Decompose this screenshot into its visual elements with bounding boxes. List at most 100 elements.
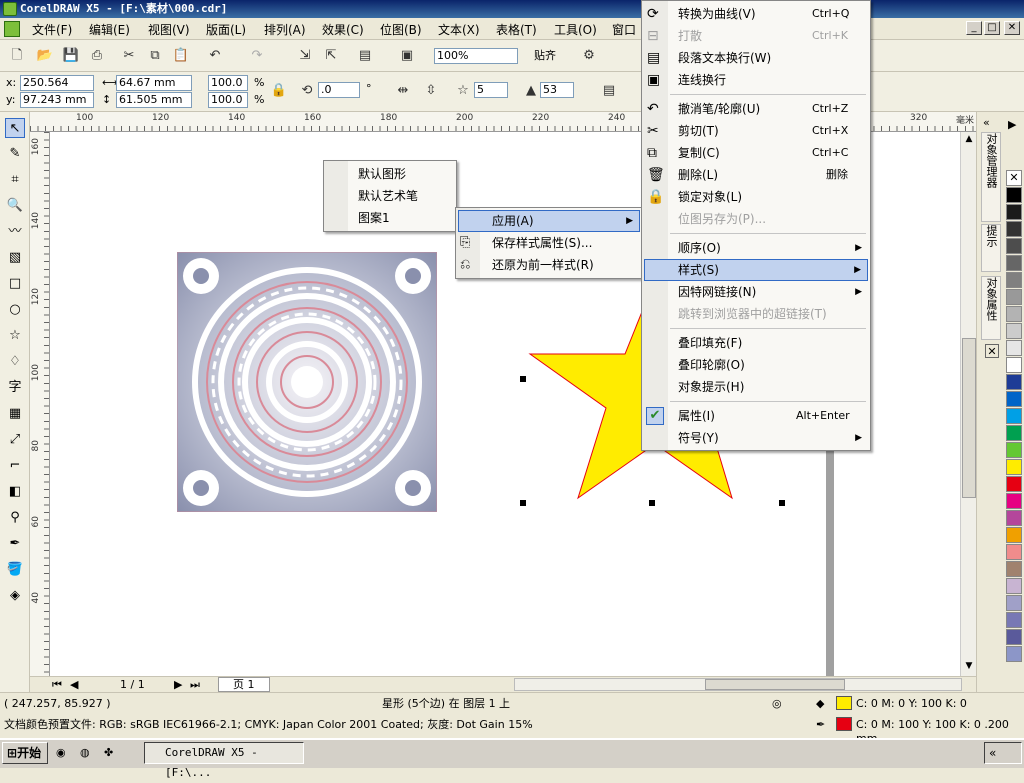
menu-item-object-hints[interactable]: 对象提示(H) (644, 376, 868, 398)
undo-icon[interactable]: ↶ (206, 47, 224, 65)
menu-item-line-wrap[interactable]: ▣ 连线换行 (644, 69, 868, 91)
fill-tool-icon[interactable]: 🪣 (5, 560, 25, 580)
menu-item-pattern1[interactable]: 图案1 (350, 207, 454, 229)
menu-item-overprint-outline[interactable]: 叠印轮廓(O) (644, 354, 868, 376)
menu-item-convert-to-curves[interactable]: ⟳ 转换为曲线(V) Ctrl+Q (644, 3, 868, 25)
menu-item-copy[interactable]: ⧉ 复制(C) Ctrl+C (644, 142, 868, 164)
palette-swatch[interactable]: ✕ (1006, 170, 1022, 186)
freehand-tool-icon[interactable]: 〰 (5, 222, 25, 242)
scroll-thumb[interactable] (962, 338, 976, 498)
blend-tool-icon[interactable]: ◧ (5, 482, 25, 502)
menu-arrange[interactable]: 排列(A) (264, 21, 306, 38)
palette-swatch[interactable] (1006, 493, 1022, 509)
palette-swatch[interactable] (1006, 289, 1022, 305)
doc-close-button[interactable]: ✕ (1004, 21, 1020, 35)
selection-handle[interactable] (520, 376, 526, 382)
save-icon[interactable]: 💾 (62, 47, 80, 65)
menu-item-styles[interactable]: 样式(S) ▶ (644, 259, 868, 281)
ie-icon[interactable]: ◉ (56, 746, 66, 760)
outline-pen-icon[interactable]: ✒ (5, 534, 25, 554)
menu-item-properties[interactable]: ✔ 属性(I) Alt+Enter (644, 405, 868, 427)
page-tab[interactable]: 页 1 (218, 677, 270, 692)
menu-edit[interactable]: 编辑(E) (89, 21, 130, 38)
palette-swatch[interactable] (1006, 374, 1022, 390)
palette-swatch[interactable] (1006, 391, 1022, 407)
palette-swatch[interactable] (1006, 459, 1022, 475)
palette-swatch[interactable] (1006, 238, 1022, 254)
scroll-up-icon[interactable]: ▲ (962, 134, 976, 148)
print-icon[interactable]: ⎙ (88, 47, 106, 65)
menu-file[interactable]: 文件(F) (32, 21, 72, 38)
palette-swatch[interactable] (1006, 510, 1022, 526)
menu-item-overprint-fill[interactable]: 叠印填充(F) (644, 332, 868, 354)
first-page-icon[interactable]: ⏮ (52, 678, 62, 692)
palette-scroll-up-icon[interactable]: ▶ (1008, 118, 1016, 132)
dimension-tool-icon[interactable]: ⤢ (5, 430, 25, 450)
options-icon[interactable]: ⚙ (580, 47, 598, 65)
menu-effects[interactable]: 效果(C) (322, 21, 364, 38)
menu-item-jump-hyperlink[interactable]: 跳转到浏览器中的超链接(T) (644, 303, 868, 325)
height-input[interactable]: 61.505 mm (116, 92, 192, 108)
rotation-input[interactable]: .0 (318, 82, 360, 98)
palette-swatch[interactable] (1006, 306, 1022, 322)
menu-layout[interactable]: 版面(L) (206, 21, 246, 38)
wrap-text-icon[interactable]: ▤ (600, 82, 618, 100)
eyedropper-tool-icon[interactable]: ⚲ (5, 508, 25, 528)
menu-item-cut[interactable]: ✂ 剪切(T) Ctrl+X (644, 120, 868, 142)
palette-swatch[interactable] (1006, 221, 1022, 237)
star-sharpness-input[interactable]: 53 (540, 82, 574, 98)
taskbar-coreldraw-button[interactable]: CorelDRAW X5 - [F:\... (144, 742, 304, 779)
basic-shapes-icon[interactable]: ♢ (5, 352, 25, 372)
cut-icon[interactable]: ✂ (120, 47, 138, 65)
zoom-level-select[interactable]: 100% (434, 48, 518, 64)
shape-tool-icon[interactable]: ✎ (5, 144, 25, 164)
interactive-fill-icon[interactable]: ◈ (5, 586, 25, 606)
menu-item-internet-link[interactable]: 因特网链接(N) ▶ (644, 281, 868, 303)
palette-swatch[interactable] (1006, 561, 1022, 577)
outline-color-swatch[interactable] (836, 717, 852, 731)
redo-icon[interactable]: ↷ (248, 47, 266, 65)
menu-view[interactable]: 视图(V) (148, 21, 190, 38)
palette-swatch[interactable] (1006, 408, 1022, 424)
palette-swatch[interactable] (1006, 476, 1022, 492)
mirror-v-icon[interactable]: ⇳ (422, 82, 440, 100)
zoom-tool-icon[interactable]: 🔍 (5, 196, 25, 216)
selection-handle[interactable] (649, 500, 655, 506)
menu-item-undo-outline[interactable]: ↶ 撤消笔/轮廓(U) Ctrl+Z (644, 98, 868, 120)
menu-item-save-bitmap[interactable]: 位图另存为(P)... (644, 208, 868, 230)
horizontal-scrollbar[interactable] (514, 678, 962, 691)
tab-object-properties[interactable]: 对象属性 (981, 276, 1001, 340)
menu-item-save-style[interactable]: ⎘ 保存样式属性(S)... (458, 232, 640, 254)
palette-swatch[interactable] (1006, 629, 1022, 645)
copy-icon[interactable]: ⧉ (146, 47, 164, 65)
fill-color-swatch[interactable] (836, 696, 852, 710)
tab-object-manager[interactable]: 对象管理器 (981, 132, 1001, 222)
menu-item-symbol[interactable]: 符号(Y) ▶ (644, 427, 868, 449)
mirror-h-icon[interactable]: ⇹ (394, 82, 412, 100)
crop-tool-icon[interactable]: ⌗ (5, 170, 25, 190)
open-icon[interactable]: 📂 (36, 47, 54, 65)
x-position-input[interactable]: 250.564 mm (20, 75, 94, 103)
paste-icon[interactable]: 📋 (172, 47, 190, 65)
menu-table[interactable]: 表格(T) (496, 21, 537, 38)
palette-swatch[interactable] (1006, 544, 1022, 560)
lock-ratio-icon[interactable]: 🔒 (270, 82, 288, 100)
menu-text[interactable]: 文本(X) (438, 21, 480, 38)
menu-item-default-artistic[interactable]: 默认艺术笔 (350, 185, 454, 207)
width-input[interactable]: 64.67 mm (116, 75, 192, 91)
scale-y-input[interactable]: 100.0 (208, 92, 248, 108)
menu-item-break-apart[interactable]: ⊟ 打散 Ctrl+K (644, 25, 868, 47)
h-scroll-thumb[interactable] (705, 679, 845, 690)
palette-swatch[interactable] (1006, 323, 1022, 339)
palette-swatch[interactable] (1006, 187, 1022, 203)
rectangle-tool-icon[interactable]: □ (5, 274, 25, 294)
welcome-screen-icon[interactable]: ▣ (398, 47, 416, 65)
document-color-profile[interactable]: 文档颜色预置文件: RGB: sRGB IEC61966-2.1; CMYK: … (4, 718, 533, 732)
start-button[interactable]: ⊞开始 (2, 742, 48, 764)
snap-to-label[interactable]: 贴齐 (534, 49, 556, 63)
palette-swatch[interactable] (1006, 442, 1022, 458)
palette-swatch[interactable] (1006, 357, 1022, 373)
menu-item-revert-style[interactable]: ⎌ 还原为前一样式(R) (458, 254, 640, 276)
mandala-pattern-image[interactable] (177, 252, 437, 512)
menu-item-paragraph-wrap[interactable]: ▤ 段落文本换行(W) (644, 47, 868, 69)
